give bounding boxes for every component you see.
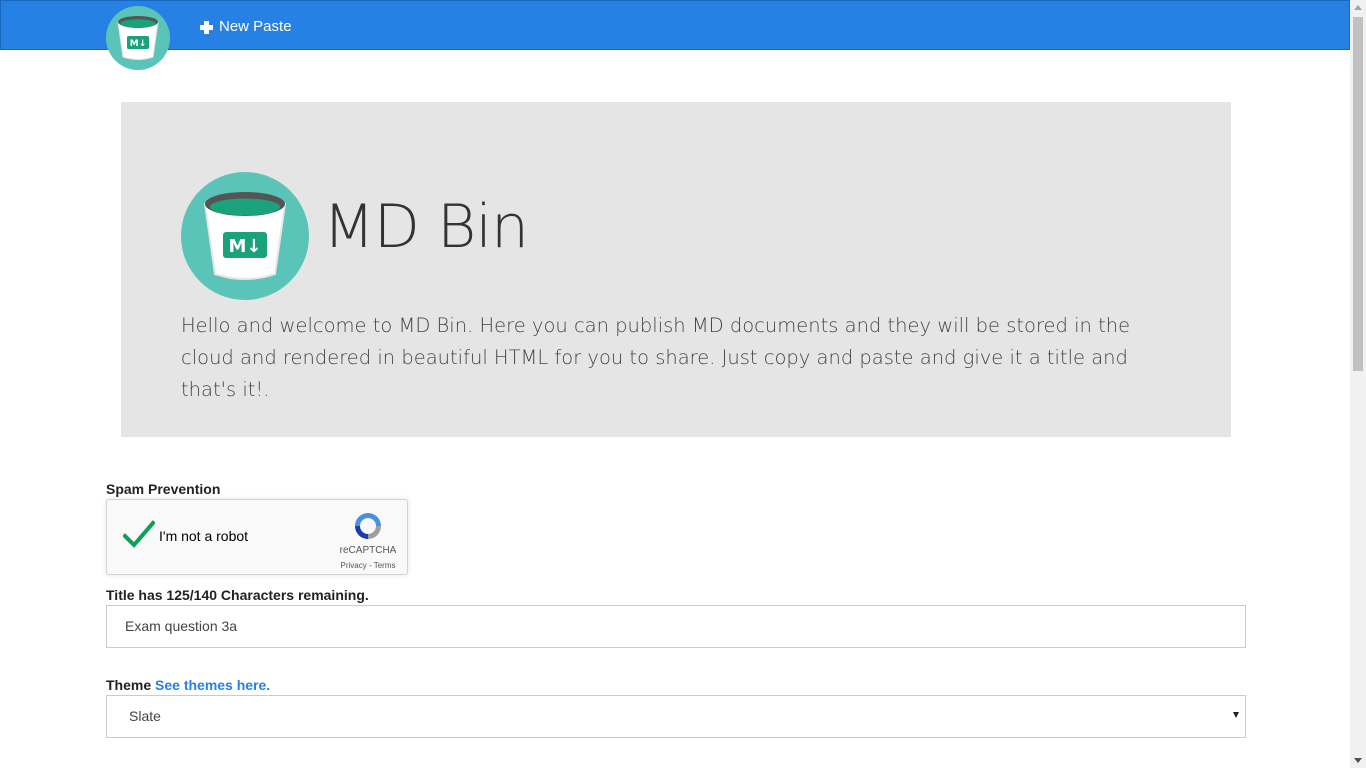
hero-description: Hello and welcome to MD Bin. Here you ca… (181, 314, 1131, 401)
see-themes-link[interactable]: See themes here. (155, 677, 270, 693)
recaptcha-widget[interactable]: I'm not a robot reCAPTCHA Privacy - Term… (106, 499, 408, 575)
plus-icon (200, 20, 213, 34)
scroll-up-arrow-icon[interactable] (1354, 5, 1362, 10)
recaptcha-privacy-terms-links[interactable]: Privacy - Terms (329, 561, 407, 570)
title-input[interactable]: Exam question 3a (106, 605, 1246, 648)
hero-jumbotron: M↓ MD Bin Hello and welcome to MD Bin. H… (121, 102, 1231, 437)
new-paste-label: New Paste (219, 18, 292, 35)
spam-prevention-label: Spam Prevention (106, 481, 221, 497)
title-character-count-label: Title has 125/140 Characters remaining. (106, 587, 369, 603)
caret-down-icon (1233, 712, 1239, 718)
md-bin-bucket-icon: M↓ (203, 192, 287, 280)
theme-label: Theme (106, 677, 152, 693)
recaptcha-logo-icon (355, 513, 381, 539)
recaptcha-checkbox-label: I'm not a robot (159, 528, 249, 544)
md-bin-bucket-icon: M↓ (117, 16, 159, 60)
scrollbar-thumb[interactable] (1353, 17, 1363, 371)
scroll-down-arrow-icon[interactable] (1354, 758, 1362, 763)
top-navbar: New Paste (0, 0, 1350, 50)
navbar-logo[interactable]: M↓ (106, 6, 170, 70)
page-title: MD Bin (323, 192, 529, 262)
checkmark-icon[interactable] (123, 520, 155, 550)
md-logo-text: M↓ (130, 39, 147, 49)
page-scrollbar[interactable] (1350, 0, 1366, 768)
theme-select[interactable]: Slate (106, 695, 1246, 738)
md-logo-text: M↓ (229, 236, 262, 257)
hero-logo: M↓ (181, 172, 309, 300)
theme-selected-value: Slate (129, 708, 161, 724)
recaptcha-brand: reCAPTCHA (339, 545, 397, 556)
theme-label-row: Theme See themes here. (106, 676, 270, 694)
new-paste-link[interactable]: New Paste (200, 18, 292, 36)
